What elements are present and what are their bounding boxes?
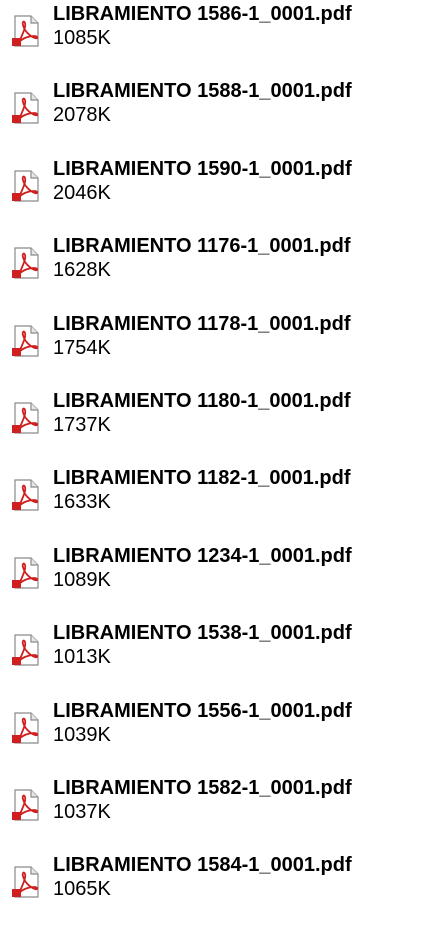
- file-name[interactable]: LIBRAMIENTO 1588-1_0001.pdf: [53, 79, 352, 103]
- file-size: 1737K: [53, 413, 111, 436]
- file-size: 1085K: [53, 27, 111, 49]
- file-name[interactable]: LIBRAMIENTO 1176-1_0001.pdf: [53, 234, 351, 258]
- file-size: 1039K: [53, 723, 111, 746]
- file-size: 1013K: [53, 646, 111, 669]
- file-size: 1628K: [53, 259, 111, 282]
- file-item[interactable]: LIBRAMIENTO 1584-1_0001.pdf 1065K: [0, 851, 446, 928]
- file-item[interactable]: LIBRAMIENTO 1556-1_0001.pdf 1039K: [0, 697, 446, 774]
- file-name[interactable]: LIBRAMIENTO 1538-1_0001.pdf: [53, 621, 352, 645]
- pdf-icon: [10, 788, 44, 822]
- file-name[interactable]: LIBRAMIENTO 1178-1_0001.pdf: [53, 312, 351, 336]
- file-name[interactable]: LIBRAMIENTO 1234-1_0001.pdf: [53, 544, 352, 568]
- file-size: 1754K: [53, 336, 111, 359]
- file-item[interactable]: LIBRAMIENTO 1234-1_0001.pdf 1089K: [0, 542, 446, 619]
- pdf-icon: [10, 865, 44, 899]
- pdf-icon: [10, 478, 44, 512]
- file-item[interactable]: LIBRAMIENTO 1590-1_0001.pdf 2046K: [0, 155, 446, 232]
- file-size: 1065K: [53, 878, 111, 901]
- pdf-icon: [10, 401, 44, 435]
- file-item[interactable]: LIBRAMIENTO 1586-1_0001.pdf 1085K: [0, 0, 446, 77]
- file-item[interactable]: LIBRAMIENTO 1180-1_0001.pdf 1737K: [0, 387, 446, 464]
- pdf-icon: [10, 169, 44, 203]
- pdf-icon: [10, 711, 44, 745]
- file-size: 2046K: [53, 181, 111, 204]
- file-item[interactable]: LIBRAMIENTO 1176-1_0001.pdf 1628K: [0, 232, 446, 309]
- file-item[interactable]: LIBRAMIENTO 1182-1_0001.pdf 1633K: [0, 464, 446, 541]
- file-name[interactable]: LIBRAMIENTO 1582-1_0001.pdf: [53, 776, 352, 800]
- file-item[interactable]: LIBRAMIENTO 1588-1_0001.pdf 2078K: [0, 77, 446, 154]
- file-item[interactable]: LIBRAMIENTO 1582-1_0001.pdf 1037K: [0, 774, 446, 851]
- pdf-icon: [10, 91, 44, 125]
- file-item[interactable]: LIBRAMIENTO 1538-1_0001.pdf 1013K: [0, 619, 446, 696]
- file-size: 2078K: [53, 104, 111, 127]
- file-list: LIBRAMIENTO 1586-1_0001.pdf 1085K LIBRAM…: [0, 0, 446, 929]
- file-name[interactable]: LIBRAMIENTO 1556-1_0001.pdf: [53, 699, 352, 723]
- pdf-icon: [10, 324, 44, 358]
- pdf-icon: [10, 633, 44, 667]
- pdf-icon: [10, 556, 44, 590]
- file-name[interactable]: LIBRAMIENTO 1182-1_0001.pdf: [53, 466, 351, 490]
- file-name[interactable]: LIBRAMIENTO 1584-1_0001.pdf: [53, 853, 352, 877]
- file-name[interactable]: LIBRAMIENTO 1590-1_0001.pdf: [53, 157, 352, 181]
- file-size: 1633K: [53, 491, 111, 514]
- pdf-icon: [10, 14, 44, 48]
- file-name[interactable]: LIBRAMIENTO 1180-1_0001.pdf: [53, 389, 351, 413]
- file-item[interactable]: LIBRAMIENTO 1178-1_0001.pdf 1754K: [0, 310, 446, 387]
- file-name[interactable]: LIBRAMIENTO 1586-1_0001.pdf: [53, 2, 352, 26]
- file-size: 1037K: [53, 800, 111, 823]
- file-size: 1089K: [53, 568, 111, 591]
- pdf-icon: [10, 246, 44, 280]
